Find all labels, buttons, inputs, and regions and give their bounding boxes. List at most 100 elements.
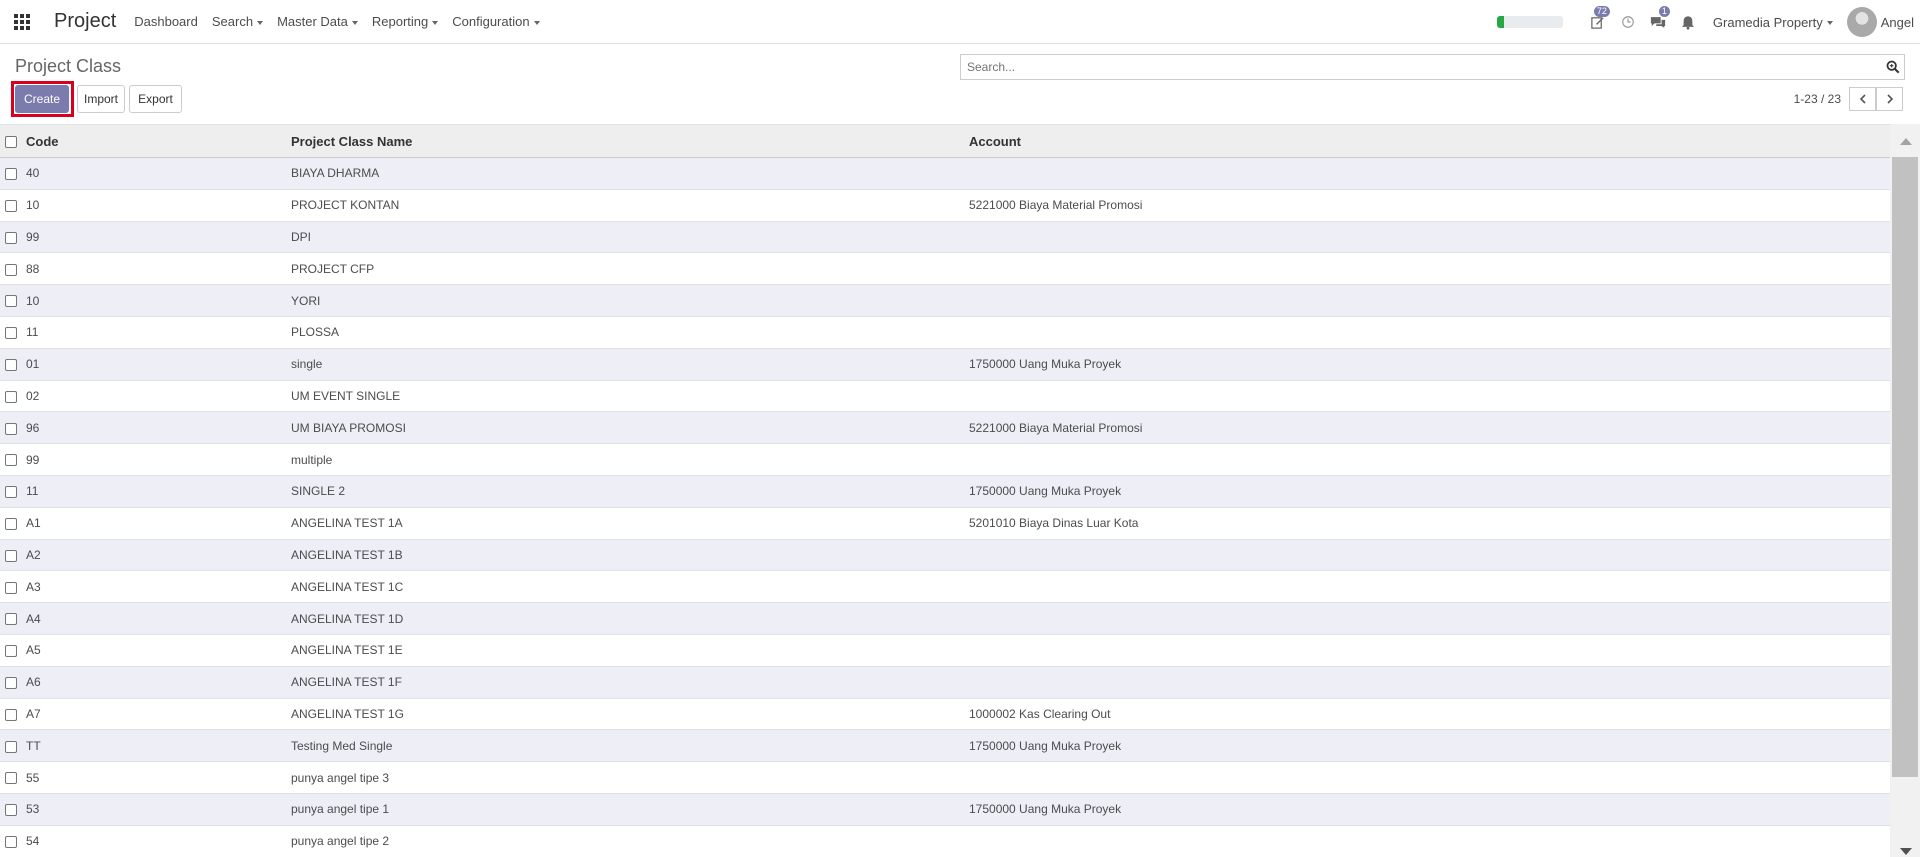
cell-account[interactable] [964,603,1890,635]
cell-account[interactable] [964,285,1890,317]
menu-configuration[interactable]: Configuration [452,14,540,29]
table-row[interactable]: 55 punya angel tipe 3 [0,761,1890,794]
table-row[interactable]: A3 ANGELINA TEST 1C [0,570,1890,603]
cell-code[interactable]: 54 [21,825,286,857]
table-row[interactable]: A5 ANGELINA TEST 1E [0,634,1890,667]
cell-code[interactable]: 11 [21,475,286,507]
table-row[interactable]: 10 PROJECT KONTAN 5221000 Biaya Material P… [0,189,1890,222]
cell-code[interactable]: 99 [21,221,286,253]
cell-code[interactable]: 01 [21,348,286,380]
pager-value[interactable]: 1-23 / 23 [1794,92,1841,106]
table-row[interactable]: A6 ANGELINA TEST 1F [0,666,1890,699]
cell-name[interactable]: ANGELINA TEST 1A [286,507,964,539]
cell-code[interactable]: 02 [21,380,286,412]
table-row[interactable]: 11 SINGLE 2 1750000 Uang Muka Proyek [0,475,1890,508]
cell-account[interactable]: 1000002 Kas Clearing Out [964,698,1890,730]
cell-account[interactable]: 5221000 Biaya Material Promosi [964,412,1890,444]
cell-account[interactable] [964,253,1890,285]
row-checkbox[interactable] [5,390,17,403]
cell-code[interactable]: A4 [21,603,286,635]
scroll-thumb[interactable] [1892,157,1918,777]
table-row[interactable]: 40 BIAYA DHARMA [0,157,1890,190]
user-name[interactable]: Angel [1881,15,1914,30]
row-checkbox[interactable] [5,645,17,658]
cell-code[interactable]: 96 [21,412,286,444]
cell-account[interactable] [964,762,1890,794]
pager-next-button[interactable] [1876,87,1903,111]
column-header-code[interactable]: Code [21,125,286,158]
cell-account[interactable] [964,316,1890,348]
cell-name[interactable]: ANGELINA TEST 1D [286,603,964,635]
cell-account[interactable] [964,444,1890,476]
vertical-scrollbar[interactable] [1890,124,1920,857]
cell-account[interactable]: 1750000 Uang Muka Proyek [964,475,1890,507]
menu-reporting[interactable]: Reporting [372,14,439,29]
row-checkbox[interactable] [5,708,17,721]
cell-code[interactable]: A3 [21,571,286,603]
table-row[interactable]: 88 PROJECT CFP [0,252,1890,285]
cell-account[interactable]: 5221000 Biaya Material Promosi [964,189,1890,221]
cell-account[interactable] [964,539,1890,571]
avatar[interactable] [1846,7,1877,37]
cell-name[interactable]: YORI [286,285,964,317]
cell-name[interactable]: multiple [286,444,964,476]
import-button[interactable]: Import [77,85,125,113]
cell-account[interactable] [964,666,1890,698]
cell-code[interactable]: 55 [21,762,286,794]
cell-code[interactable]: 11 [21,316,286,348]
table-row[interactable]: 11 PLOSSA [0,316,1890,349]
bell-icon[interactable] [1673,0,1703,44]
row-checkbox[interactable] [5,740,17,753]
cell-account[interactable]: 1750000 Uang Muka Proyek [964,730,1890,762]
cell-code[interactable]: 53 [21,793,286,825]
row-checkbox[interactable] [5,295,17,308]
cell-code[interactable]: TT [21,730,286,762]
row-checkbox[interactable] [5,263,17,276]
cell-name[interactable]: PROJECT KONTAN [286,189,964,221]
column-header-name[interactable]: Project Class Name [286,125,964,158]
cell-code[interactable]: 40 [21,158,286,190]
table-row[interactable]: 53 punya angel tipe 1 1750000 Uang Muka Pr… [0,793,1890,826]
row-checkbox[interactable] [5,200,17,213]
cell-account[interactable]: 1750000 Uang Muka Proyek [964,348,1890,380]
row-checkbox[interactable] [5,676,17,689]
table-row[interactable]: 54 punya angel tipe 2 [0,825,1890,857]
table-row[interactable]: 10 YORI [0,284,1890,317]
column-header-account[interactable]: Account [964,125,1890,158]
row-checkbox[interactable] [5,804,17,817]
cell-code[interactable]: A6 [21,666,286,698]
cell-code[interactable]: A2 [21,539,286,571]
row-checkbox[interactable] [5,549,17,562]
cell-code[interactable]: A1 [21,507,286,539]
cell-code[interactable]: 88 [21,253,286,285]
cell-account[interactable] [964,158,1890,190]
table-row[interactable]: A2 ANGELINA TEST 1B [0,539,1890,571]
cell-account[interactable] [964,221,1890,253]
row-checkbox[interactable] [5,835,17,848]
cell-account[interactable] [964,571,1890,603]
row-checkbox[interactable] [5,327,17,340]
scroll-down-arrow-icon[interactable] [1900,848,1912,855]
row-checkbox[interactable] [5,422,17,435]
cell-name[interactable]: ANGELINA TEST 1F [286,666,964,698]
menu-search[interactable]: Search [212,14,264,29]
cell-code[interactable]: A7 [21,698,286,730]
cell-name[interactable]: ANGELINA TEST 1C [286,571,964,603]
cell-name[interactable]: punya angel tipe 1 [286,793,964,825]
activity-icon[interactable]: 72 [1583,0,1613,44]
table-row[interactable]: 02 UM EVENT SINGLE [0,380,1890,412]
cell-account[interactable]: 5201010 Biaya Dinas Luar Kota [964,507,1890,539]
scroll-up-arrow-icon[interactable] [1900,138,1912,145]
app-title[interactable]: Project [54,10,116,33]
cell-account[interactable] [964,634,1890,666]
apps-menu-icon[interactable] [0,0,44,44]
table-row[interactable]: A7 ANGELINA TEST 1G 1000002 Kas Clearing O… [0,698,1890,730]
row-checkbox[interactable] [5,772,17,785]
cell-account[interactable] [964,825,1890,857]
cell-name[interactable]: UM EVENT SINGLE [286,380,964,412]
cell-name[interactable]: DPI [286,221,964,253]
select-all-checkbox[interactable] [5,136,17,149]
cell-name[interactable]: punya angel tipe 3 [286,762,964,794]
create-button[interactable]: Create [15,85,69,113]
company-switcher[interactable]: Gramedia Property [1713,15,1833,30]
